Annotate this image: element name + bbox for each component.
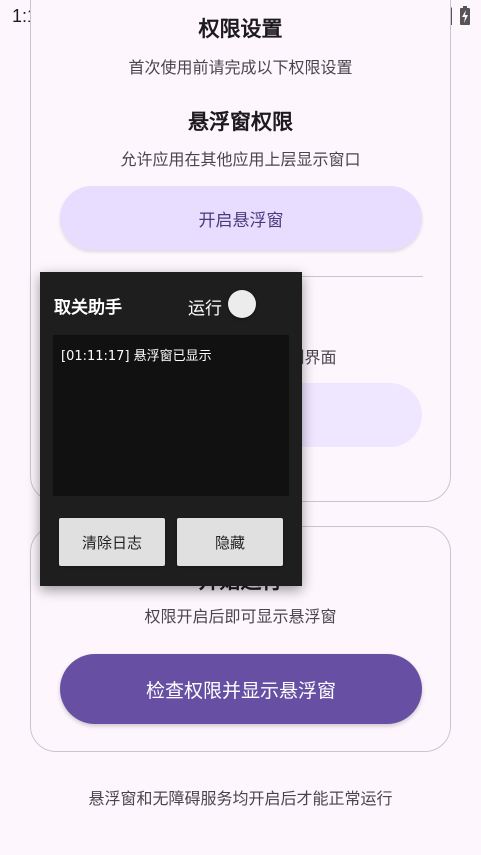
overlay-permission-desc: 允许应用在其他应用上层显示窗口 [120,150,361,169]
run-toggle[interactable] [228,290,256,318]
check-permissions-button[interactable]: 检查权限并显示悬浮窗 [60,654,422,724]
permissions-subtitle: 首次使用前请完成以下权限设置 [128,58,353,77]
overlay-permission-title: 悬浮窗权限 [188,110,293,134]
start-desc: 权限开启后即可显示悬浮窗 [144,607,337,626]
hide-button[interactable]: 隐藏 [177,518,283,566]
permissions-heading: 权限设置 [198,17,283,41]
floating-window-title: 取关助手 [54,298,122,318]
footer-note: 悬浮窗和无障碍服务均开启后才能正常运行 [88,789,393,808]
log-area: [01:11:17] 悬浮窗已显示 [53,335,289,496]
battery-charging-icon [460,6,470,25]
enable-overlay-button[interactable]: 开启悬浮窗 [60,186,422,250]
run-label: 运行 [188,299,222,319]
floating-window[interactable]: 取关助手 运行 [01:11:17] 悬浮窗已显示 清除日志 隐藏 [40,272,302,586]
clear-log-button[interactable]: 清除日志 [59,518,165,566]
